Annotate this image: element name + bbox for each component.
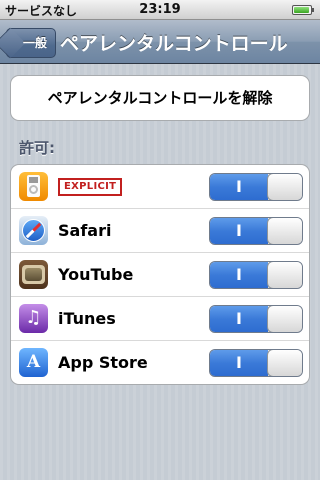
list-item-itunes: ♫ iTunes I (11, 297, 309, 341)
status-time: 23:19 (139, 2, 181, 17)
toggle-on-label: I (210, 350, 268, 376)
app-store-toggle[interactable]: I (209, 349, 303, 377)
youtube-toggle[interactable]: I (209, 261, 303, 289)
safari-label: Safari (58, 221, 112, 240)
explicit-toggle[interactable]: I (209, 173, 303, 201)
app-store-icon: A (19, 348, 48, 377)
toggle-knob[interactable] (267, 306, 302, 332)
battery-icon (292, 5, 314, 15)
list-item-youtube: YouTube I (11, 253, 309, 297)
toggle-knob[interactable] (267, 262, 302, 288)
toggle-knob[interactable] (267, 174, 302, 200)
safari-icon (19, 216, 48, 245)
app-store-label: App Store (58, 353, 148, 372)
itunes-icon: ♫ (19, 304, 48, 333)
toggle-on-label: I (210, 262, 268, 288)
list-item-app-store: A App Store I (11, 341, 309, 384)
back-button-label: 一般 (23, 36, 48, 50)
toggle-on-label: I (210, 306, 268, 332)
toggle-knob[interactable] (267, 350, 302, 376)
explicit-badge: EXPLICIT (58, 178, 123, 196)
itunes-toggle[interactable]: I (209, 305, 303, 333)
list-item-explicit: EXPLICIT I (11, 165, 309, 209)
youtube-icon (19, 260, 48, 289)
allow-section-header: 許可: (19, 139, 55, 157)
itunes-label: iTunes (58, 309, 116, 328)
back-button[interactable]: 一般 (6, 28, 57, 58)
toggle-on-label: I (210, 218, 268, 244)
disable-restrictions-button[interactable]: ペアレンタルコントロールを解除 (10, 75, 310, 121)
youtube-label: YouTube (58, 265, 134, 284)
allow-list: EXPLICIT I Safari I YouTube I ♫ iTunes I… (10, 164, 310, 385)
page-title: ペアレンタルコントロール (60, 33, 288, 55)
navigation-bar: 一般 ペアレンタルコントロール (0, 20, 320, 64)
list-item-safari: Safari I (11, 209, 309, 253)
toggle-on-label: I (210, 174, 268, 200)
safari-toggle[interactable]: I (209, 217, 303, 245)
ipod-icon (19, 172, 48, 201)
toggle-knob[interactable] (267, 218, 302, 244)
status-bar: サービスなし 23:19 (0, 0, 320, 20)
